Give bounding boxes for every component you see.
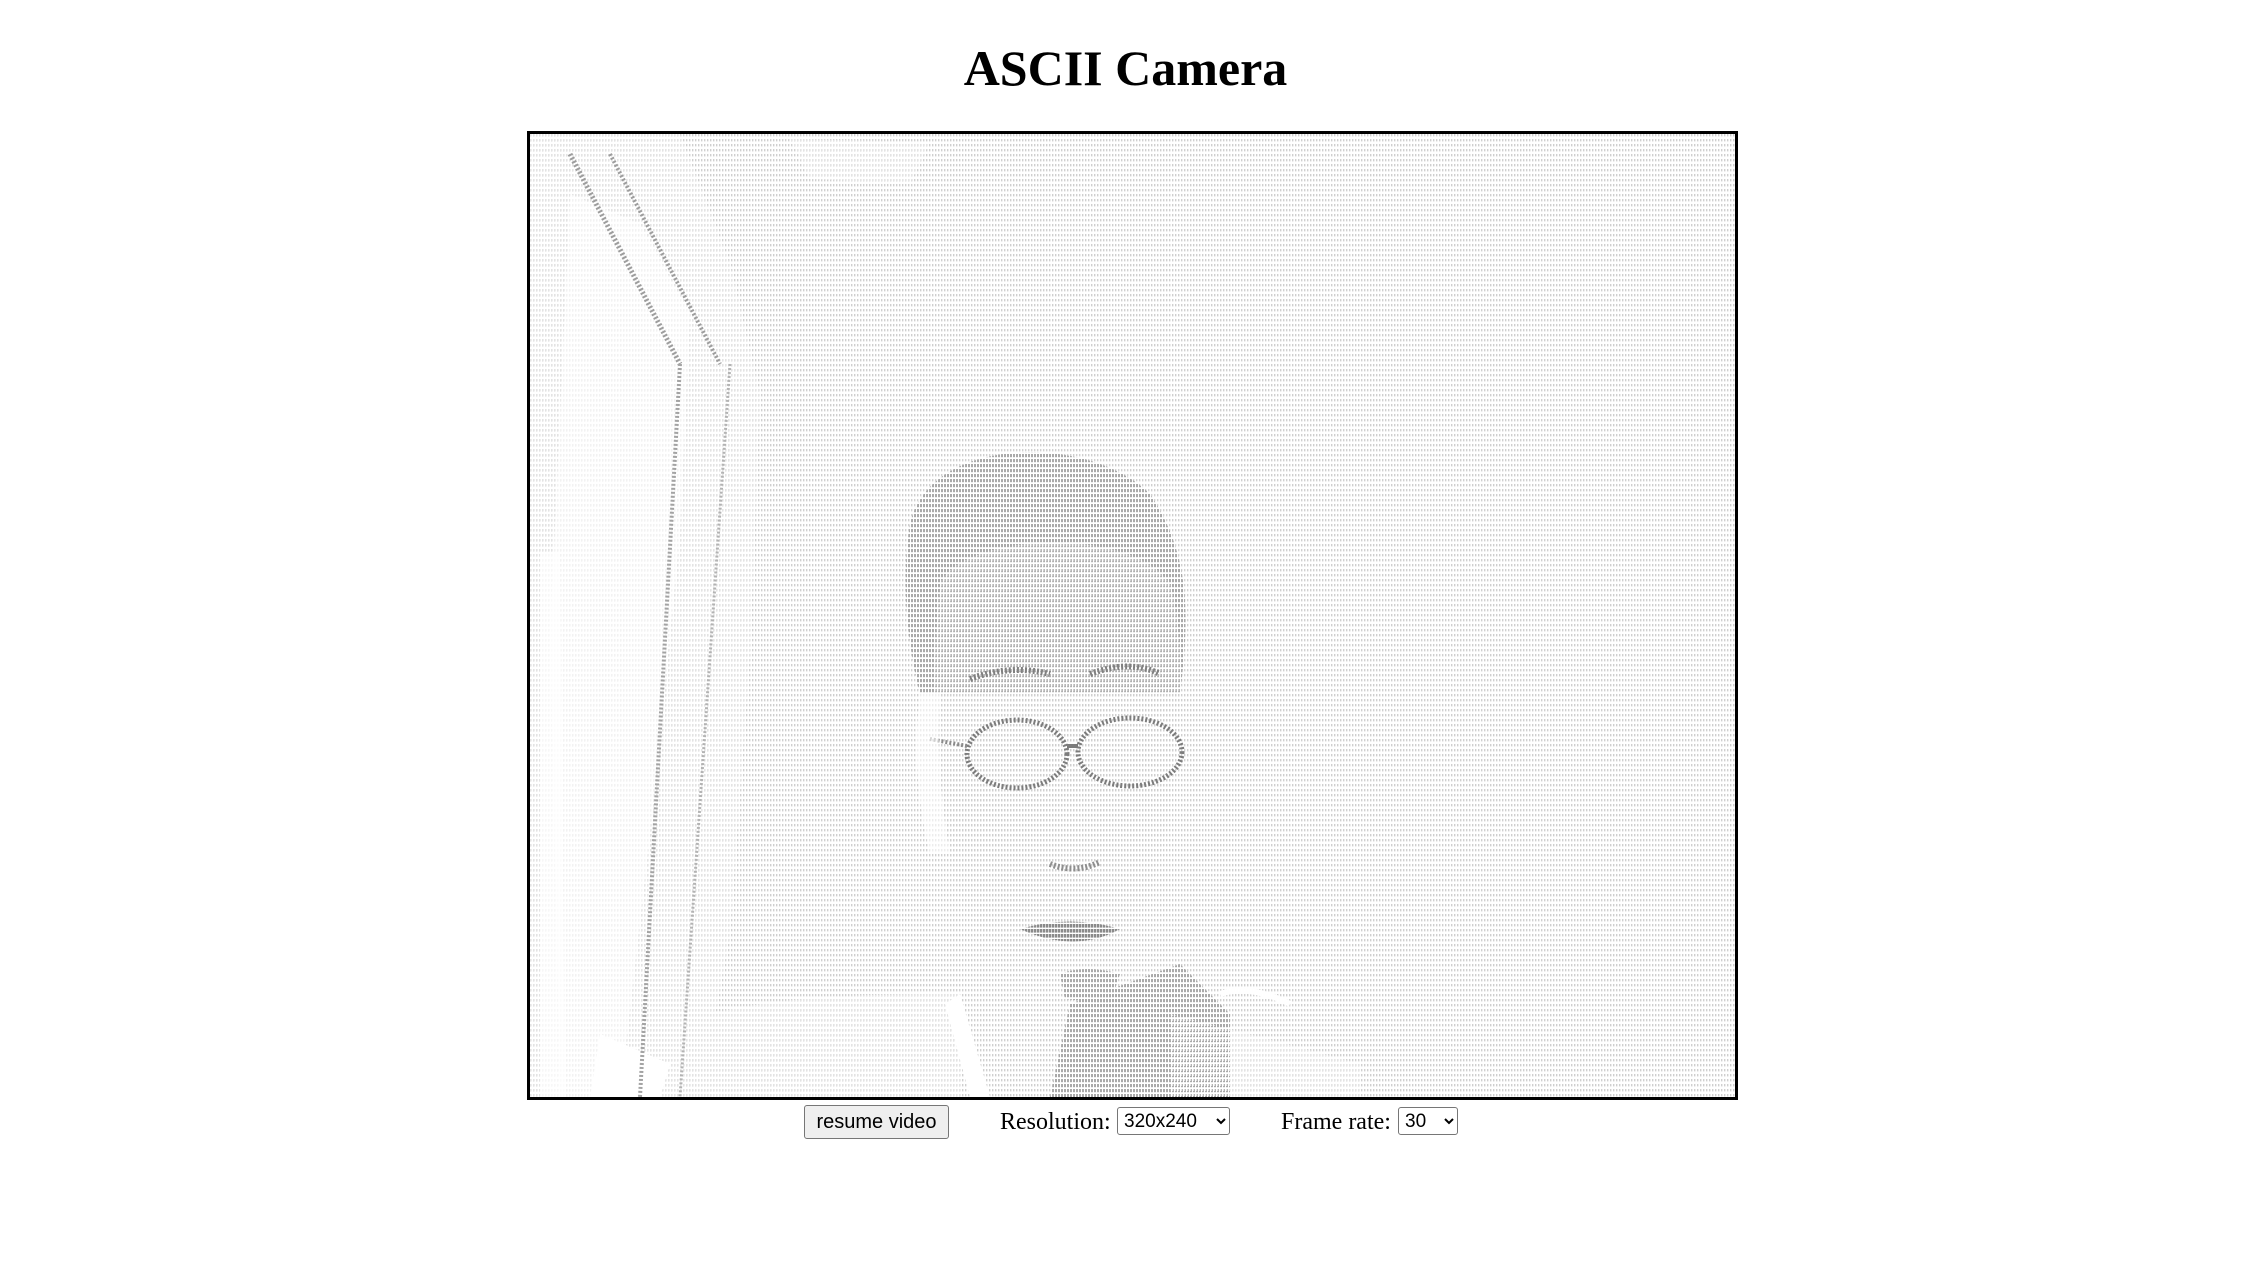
page-title: ASCII Camera (963, 40, 1288, 96)
video-controls: resume video Resolution: 320x240 Frame r… (0, 1105, 2251, 1145)
resolution-label: Resolution: (1000, 1109, 1111, 1135)
ascii-video-canvas (527, 131, 1738, 1100)
resolution-select[interactable]: 320x240 (1117, 1107, 1230, 1135)
frame-rate-label: Frame rate: (1281, 1109, 1391, 1135)
ascii-video-render (530, 134, 1735, 1097)
resume-video-button[interactable]: resume video (804, 1105, 949, 1139)
ascii-face (934, 542, 1181, 958)
frame-rate-select[interactable]: 30 (1398, 1107, 1458, 1135)
